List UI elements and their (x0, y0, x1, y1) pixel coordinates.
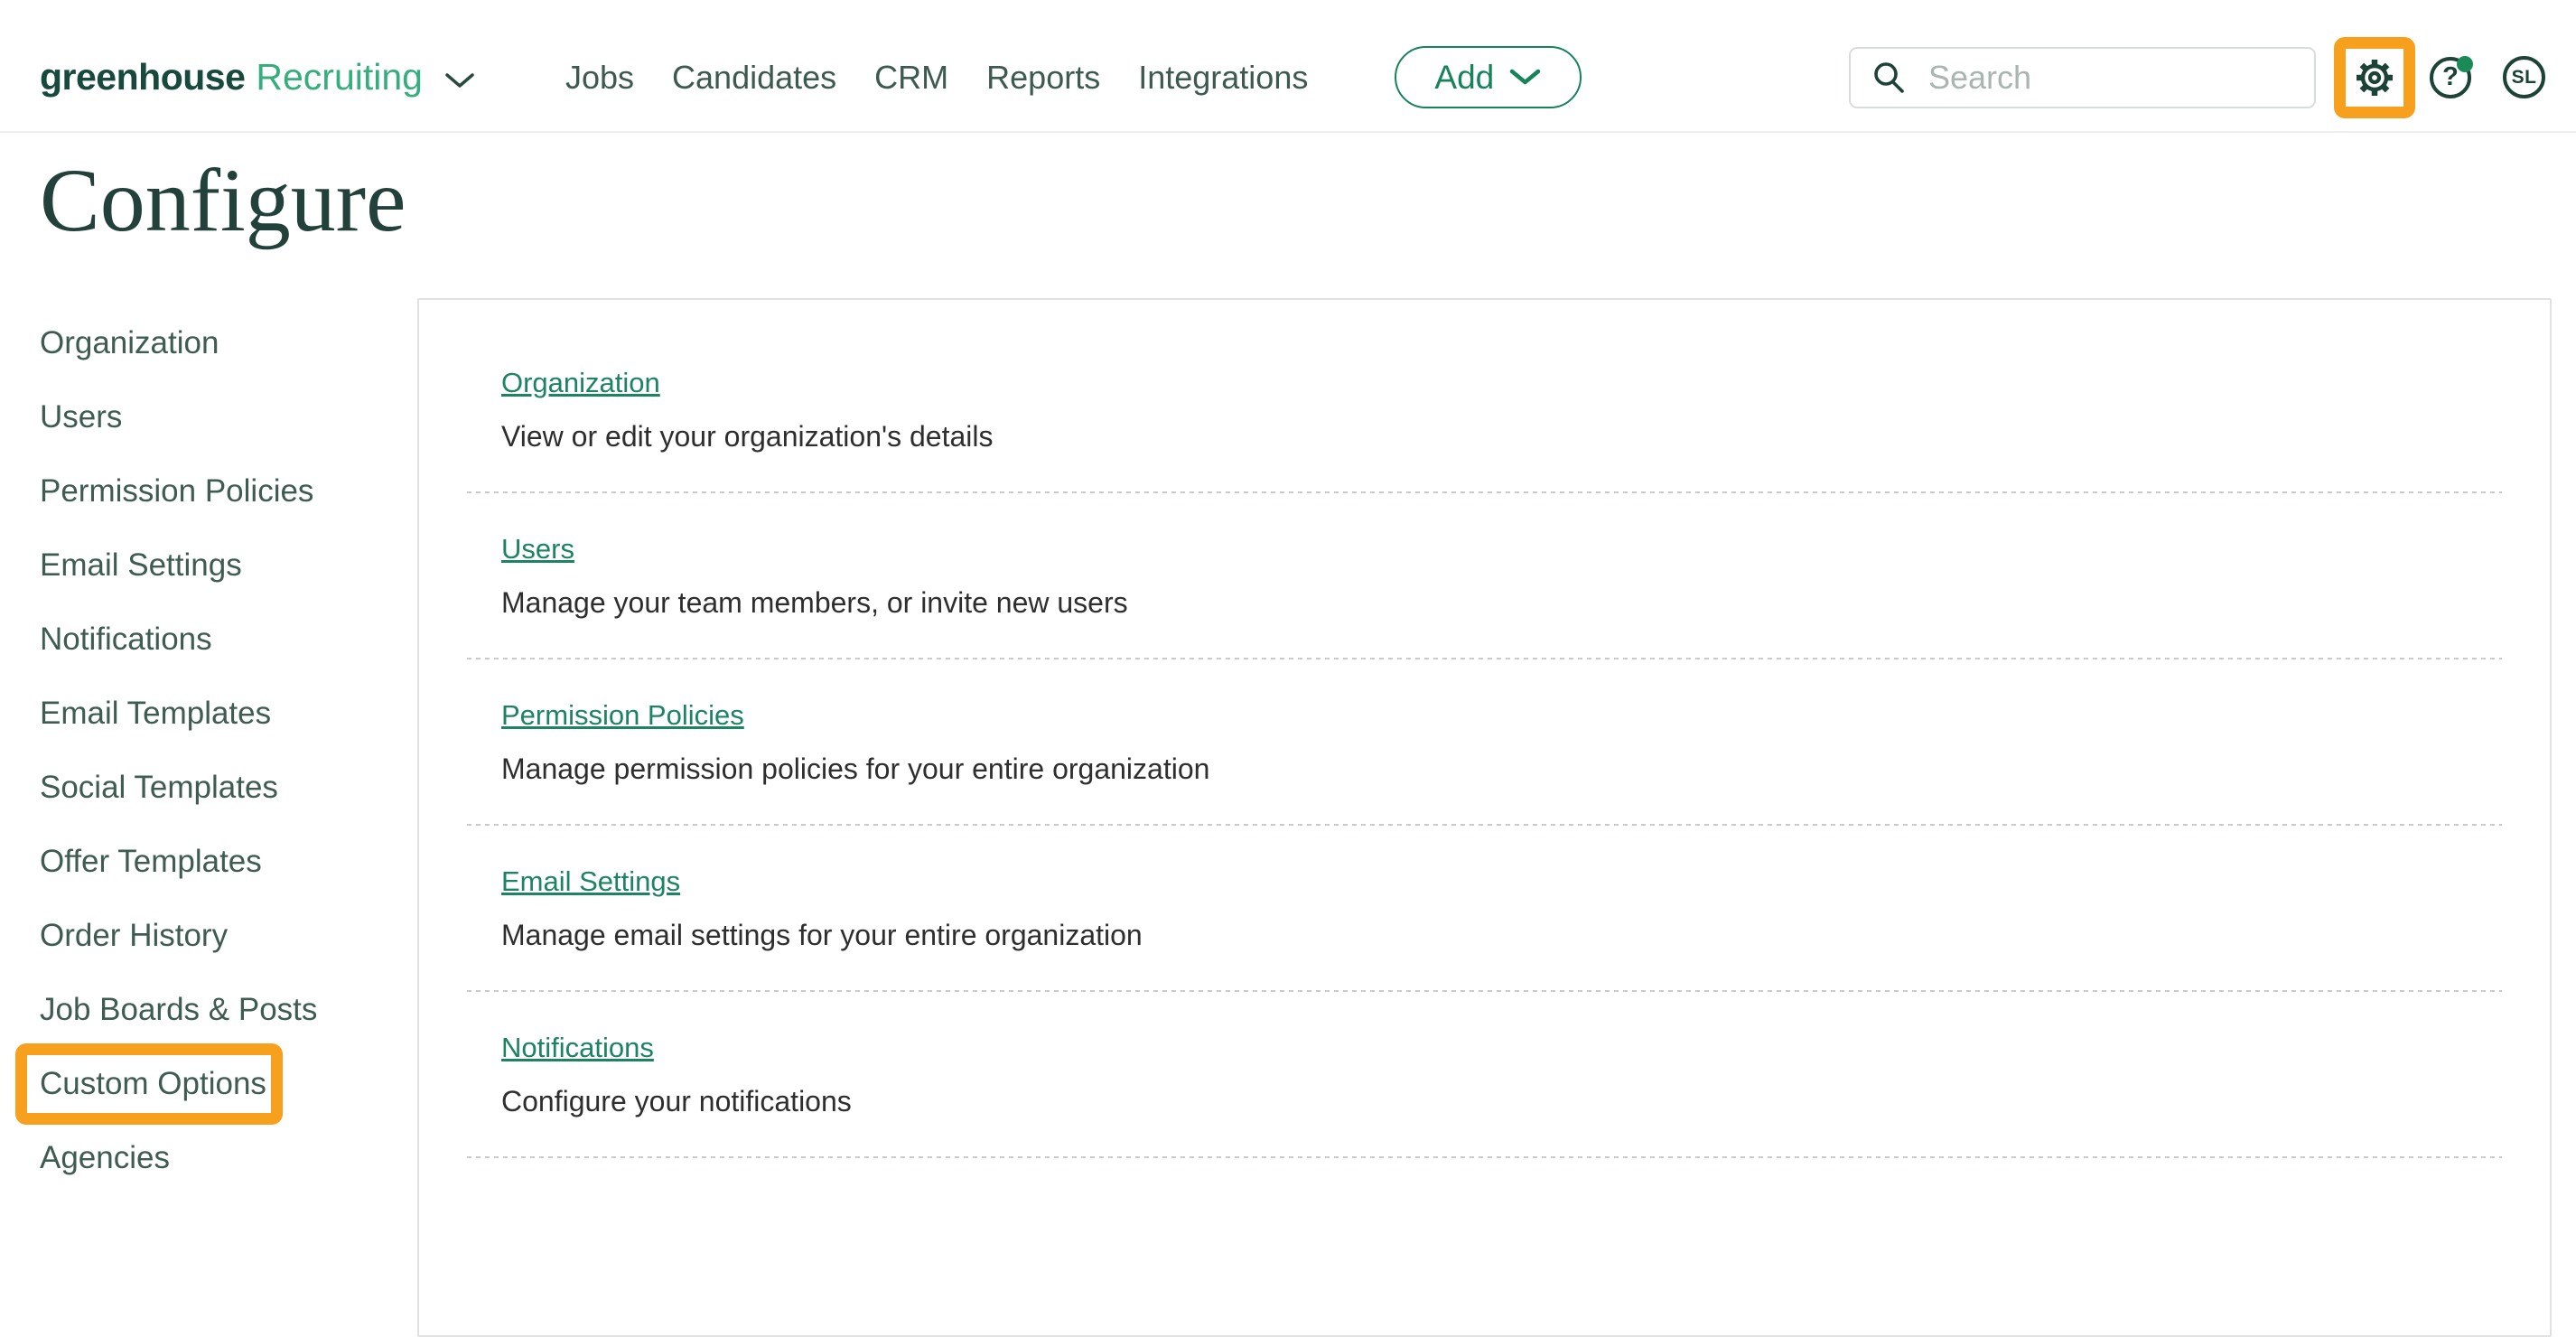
logo-wordmark: greenhouse (40, 56, 246, 98)
configure-section-row: Notifications Configure your notificatio… (419, 992, 2550, 1156)
configure-panel: Organization View or edit your organizat… (417, 298, 2552, 1337)
sidebar-item-notifications[interactable]: Notifications (0, 603, 417, 677)
help-icon[interactable]: ? (2430, 55, 2473, 98)
nav-item-crm[interactable]: CRM (874, 59, 948, 97)
section-description: View or edit your organization's details (501, 420, 994, 453)
settings-annotation-highlight (2334, 36, 2415, 118)
nav-item-integrations[interactable]: Integrations (1138, 59, 1308, 97)
avatar[interactable]: SL (2503, 56, 2545, 98)
chevron-down-icon (1508, 68, 1542, 87)
gear-icon[interactable] (2354, 57, 2395, 98)
add-button[interactable]: Add (1395, 46, 1582, 108)
section-link-permission-policies[interactable]: Permission Policies (501, 699, 744, 731)
sidebar-item-agencies[interactable]: Agencies (0, 1121, 417, 1195)
section-description: Manage email settings for your entire or… (501, 919, 1143, 951)
configure-section-row: Users Manage your team members, or invit… (419, 493, 2550, 658)
configure-sidebar: Organization Users Permission Policies E… (0, 298, 417, 1195)
sidebar-item-email-templates[interactable]: Email Templates (0, 677, 417, 751)
dashed-divider (467, 1156, 2502, 1158)
section-description: Manage your team members, or invite new … (501, 586, 1128, 619)
notification-dot-badge (2457, 55, 2473, 72)
configure-content: Organization Users Permission Policies E… (0, 298, 2576, 1337)
sidebar-item-custom-options[interactable]: Custom Options (0, 1043, 417, 1125)
nav-item-reports[interactable]: Reports (986, 59, 1100, 97)
sidebar-item-offer-templates[interactable]: Offer Templates (0, 825, 417, 899)
section-link-users[interactable]: Users (501, 533, 574, 565)
logo-product-name: Recruiting (256, 56, 423, 98)
sidebar-item-order-history[interactable]: Order History (0, 899, 417, 973)
page-title: Configure (40, 150, 406, 250)
sidebar-item-social-templates[interactable]: Social Templates (0, 751, 417, 825)
section-description: Configure your notifications (501, 1085, 852, 1117)
search-box[interactable] (1849, 46, 2316, 108)
add-button-label: Add (1434, 58, 1495, 96)
section-description: Manage permission policies for your enti… (501, 753, 1210, 785)
nav-item-candidates[interactable]: Candidates (672, 59, 836, 97)
sidebar-item-job-boards-posts[interactable]: Job Boards & Posts (0, 973, 417, 1047)
sidebar-item-users[interactable]: Users (0, 380, 417, 454)
configure-section-row: Email Settings Manage email settings for… (419, 826, 2550, 990)
section-link-organization[interactable]: Organization (501, 367, 660, 398)
sidebar-item-organization[interactable]: Organization (0, 306, 417, 380)
avatar-initials: SL (2511, 66, 2537, 88)
top-navigation-bar: greenhouse Recruiting Jobs Candidates CRM R… (0, 0, 2576, 133)
configure-section-row: Permission Policies Manage permission po… (419, 659, 2550, 824)
nav-item-jobs[interactable]: Jobs (565, 59, 634, 97)
sidebar-item-email-settings[interactable]: Email Settings (0, 528, 417, 603)
greenhouse-logo[interactable]: greenhouse Recruiting (40, 56, 475, 98)
configure-section-row: Organization View or edit your organizat… (419, 327, 2550, 491)
help-question-mark: ? (2442, 62, 2459, 91)
search-input[interactable] (1927, 57, 2273, 98)
search-icon (1871, 60, 1907, 96)
section-link-notifications[interactable]: Notifications (501, 1032, 654, 1063)
main-nav: Jobs Candidates CRM Reports Integrations (565, 59, 1308, 97)
sidebar-item-permission-policies[interactable]: Permission Policies (0, 454, 417, 528)
chevron-down-icon (444, 71, 475, 89)
section-link-email-settings[interactable]: Email Settings (501, 865, 680, 897)
